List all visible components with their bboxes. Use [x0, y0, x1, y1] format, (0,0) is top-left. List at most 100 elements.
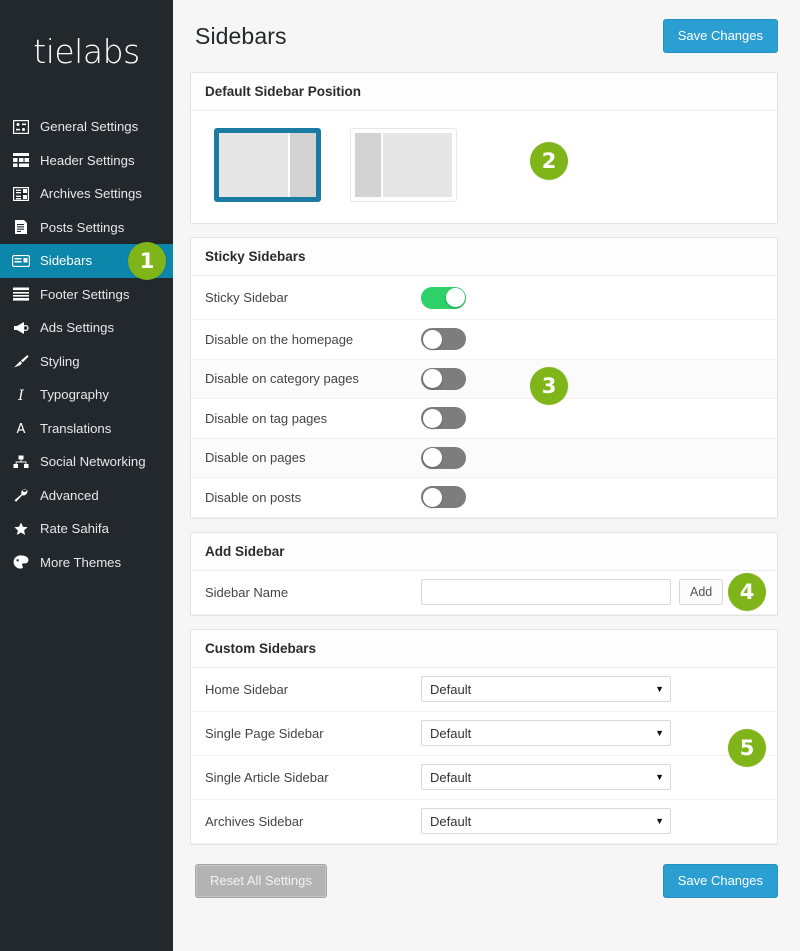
logo-text: tielabs: [33, 31, 140, 71]
setting-row-disable-homepage: Disable on the homepage: [191, 320, 777, 360]
toggle-disable-category-pages[interactable]: [421, 367, 466, 390]
sidebar-item-label: Footer Settings: [40, 286, 130, 302]
sidebar-item-label: Styling: [40, 353, 80, 369]
svg-text:I: I: [17, 388, 24, 402]
toggle-disable-homepage[interactable]: [421, 328, 466, 351]
panel-body: Sticky Sidebar Disable on the homepage D…: [191, 276, 777, 518]
setting-row-disable-pages: Disable on pages: [191, 438, 777, 478]
home-sidebar-select[interactable]: Default ▼: [421, 676, 671, 702]
row-label: Sidebar Name: [205, 584, 289, 600]
sidebar-item-label: General Settings: [40, 119, 139, 135]
brush-icon: [10, 353, 32, 369]
panel-default-sidebar-position: Default Sidebar Position 2: [190, 72, 778, 224]
sidebar-item-label: Posts Settings: [40, 219, 125, 235]
left-sidebar-layout-option[interactable]: [351, 129, 456, 201]
chevron-down-icon: ▼: [655, 683, 664, 694]
setting-row-disable-category-pages: Disable on category pages: [191, 359, 777, 399]
main-content: Sidebars Save Changes Default Sidebar Po…: [173, 0, 800, 951]
select-value: Default: [430, 769, 472, 785]
toggle-disable-pages[interactable]: [421, 446, 466, 469]
sidebar-item-typography[interactable]: I Typography: [0, 378, 173, 412]
sidebar-item-social-networking[interactable]: Social Networking: [0, 445, 173, 479]
save-changes-button-top[interactable]: Save Changes: [662, 19, 778, 53]
add-sidebar-button[interactable]: Add: [679, 579, 724, 605]
sidebars-icon: [10, 253, 32, 269]
layout-sidebar-area: [355, 133, 381, 197]
sidebar-item-label: Typography: [40, 387, 109, 403]
setting-row-single-article-sidebar: Single Article Sidebar Default ▼: [191, 756, 777, 800]
setting-row-single-page-sidebar: Single Page Sidebar Default ▼: [191, 712, 777, 756]
layout-content-area: [383, 133, 452, 197]
panel-sticky-sidebars: Sticky Sidebars Sticky Sidebar Disable o…: [190, 237, 778, 519]
setting-row-disable-tag-pages: Disable on tag pages: [191, 399, 777, 439]
sidebar-item-rate-sahifa[interactable]: Rate Sahifa: [0, 512, 173, 546]
header-settings-icon: [10, 152, 32, 168]
posts-settings-icon: [10, 219, 32, 235]
panel-body: Home Sidebar Default ▼ Single Page Sideb…: [191, 668, 777, 844]
select-value: Default: [430, 681, 472, 697]
admin-page: tielabs General Settings Header Settings: [0, 0, 800, 951]
toggle-knob: [445, 288, 465, 307]
select-value: Default: [430, 813, 472, 829]
toggle-knob: [422, 329, 442, 349]
sidebar-item-label: Ads Settings: [40, 320, 115, 336]
badge-2: 2: [530, 142, 568, 180]
select-value: Default: [430, 725, 472, 741]
sidebar-item-label: Header Settings: [40, 152, 135, 168]
row-label: Single Page Sidebar: [205, 725, 324, 741]
row-label: Sticky Sidebar: [205, 290, 289, 305]
setting-row-sidebar-name: Sidebar Name Add: [191, 571, 777, 615]
toggle-knob: [422, 487, 442, 507]
chevron-down-icon: ▼: [655, 771, 664, 782]
sidebar-item-styling[interactable]: Styling: [0, 345, 173, 379]
archives-settings-icon: [10, 186, 32, 202]
badge-3: 3: [530, 367, 568, 405]
toggle-knob: [422, 448, 442, 468]
sidebar-item-advanced[interactable]: Advanced: [0, 479, 173, 513]
sidebar-item-general-settings[interactable]: General Settings: [0, 110, 173, 144]
sidebar-item-ads-settings[interactable]: Ads Settings: [0, 311, 173, 345]
wrench-icon: [10, 487, 32, 503]
toggle-sticky-sidebar[interactable]: [421, 286, 466, 309]
sidebar-item-header-settings[interactable]: Header Settings: [0, 144, 173, 178]
panel-body: 2: [191, 111, 777, 223]
star-icon: [10, 521, 32, 537]
setting-row-home-sidebar: Home Sidebar Default ▼: [191, 668, 777, 712]
sidebar-item-label: Sidebars: [40, 253, 93, 269]
right-sidebar-layout-option[interactable]: [215, 129, 320, 201]
sidebar-item-more-themes[interactable]: More Themes: [0, 546, 173, 580]
page-header: Sidebars Save Changes: [190, 0, 778, 72]
toggle-disable-posts[interactable]: [421, 486, 466, 509]
reset-all-settings-button[interactable]: Reset All Settings: [195, 863, 327, 898]
panel-title: Add Sidebar: [191, 532, 777, 571]
sidebar-item-posts-settings[interactable]: Posts Settings: [0, 211, 173, 245]
panel-body: Sidebar Name Add 4: [191, 571, 777, 615]
sidebar-name-input[interactable]: [421, 579, 671, 605]
palette-icon: [10, 554, 32, 570]
toggle-knob: [422, 408, 442, 428]
sidebar-item-label: Social Networking: [40, 454, 146, 470]
page-title: Sidebars: [195, 22, 287, 49]
layout-sidebar-area: [290, 133, 316, 197]
badge-5: 5: [728, 728, 766, 767]
save-changes-button-bottom[interactable]: Save Changes: [662, 863, 778, 898]
row-label: Disable on the homepage: [205, 331, 354, 347]
setting-row-disable-posts: Disable on posts: [191, 478, 777, 518]
single-article-sidebar-select[interactable]: Default ▼: [421, 764, 671, 790]
sidebar-item-label: Archives Settings: [40, 186, 142, 202]
network-share-icon: [10, 454, 32, 470]
sidebar-item-sidebars[interactable]: Sidebars 1: [0, 242, 184, 280]
row-label: Archives Sidebar: [205, 813, 304, 829]
toggle-disable-tag-pages[interactable]: [421, 407, 466, 430]
row-label: Disable on posts: [205, 489, 302, 505]
setting-row-sticky-sidebar: Sticky Sidebar: [191, 276, 777, 320]
footer-settings-icon: [10, 286, 32, 302]
single-page-sidebar-select[interactable]: Default ▼: [421, 720, 671, 746]
logo: tielabs: [0, 0, 173, 110]
archives-sidebar-select[interactable]: Default ▼: [421, 808, 671, 834]
setting-row-archives-sidebar: Archives Sidebar Default ▼: [191, 800, 777, 844]
sidebar-item-footer-settings[interactable]: Footer Settings: [0, 278, 173, 312]
sidebar-item-archives-settings[interactable]: Archives Settings: [0, 177, 173, 211]
sidebar-item-translations[interactable]: A Translations: [0, 412, 173, 446]
footer-actions: Reset All Settings Save Changes: [190, 858, 778, 898]
